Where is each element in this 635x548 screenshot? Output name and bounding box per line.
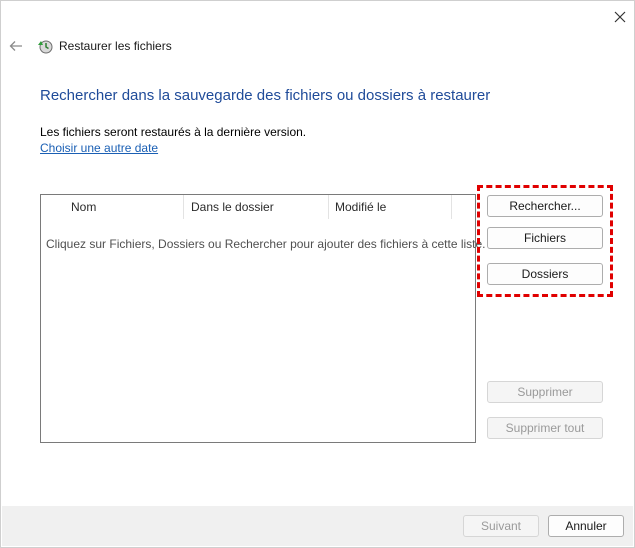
- column-separator[interactable]: [183, 195, 184, 219]
- folders-button[interactable]: Dossiers: [487, 263, 603, 285]
- remove-all-button[interactable]: Supprimer tout: [487, 417, 603, 439]
- search-button[interactable]: Rechercher...: [487, 195, 603, 217]
- files-button[interactable]: Fichiers: [487, 227, 603, 249]
- page-heading: Rechercher dans la sauvegarde des fichie…: [40, 87, 491, 104]
- close-button[interactable]: [607, 7, 633, 27]
- column-header-name[interactable]: Nom: [71, 195, 96, 219]
- cancel-button[interactable]: Annuler: [548, 515, 624, 537]
- remove-button[interactable]: Supprimer: [487, 381, 603, 403]
- restore-files-window: Restaurer les fichiers Rechercher dans l…: [0, 0, 635, 548]
- back-button[interactable]: [7, 37, 25, 55]
- column-separator[interactable]: [328, 195, 329, 219]
- files-list[interactable]: Nom Dans le dossier Modifié le Cliquez s…: [40, 194, 486, 443]
- restore-files-icon: [38, 40, 53, 54]
- column-header-folder[interactable]: Dans le dossier: [191, 195, 274, 219]
- column-separator[interactable]: [451, 195, 452, 219]
- restore-info-text: Les fichiers seront restaurés à la derni…: [40, 125, 307, 139]
- choose-other-date-link[interactable]: Choisir une autre date: [40, 141, 158, 155]
- column-header-modified[interactable]: Modifié le: [335, 195, 386, 219]
- empty-list-message: Cliquez sur Fichiers, Dossiers ou Recher…: [46, 237, 486, 251]
- dialog-footer: Suivant Annuler: [2, 506, 633, 546]
- close-icon: [614, 11, 626, 23]
- window-title: Restaurer les fichiers: [59, 39, 172, 53]
- back-arrow-icon: [9, 41, 22, 51]
- next-button[interactable]: Suivant: [463, 515, 539, 537]
